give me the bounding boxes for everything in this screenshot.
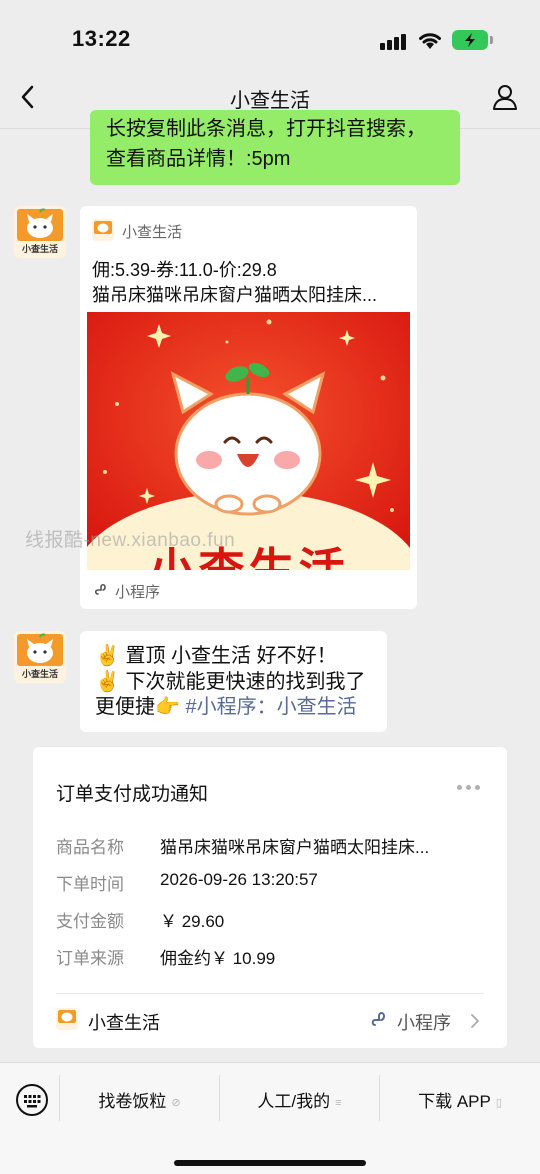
mini-program-hashtag-link[interactable]: #小程序：小查生活 [185,696,356,718]
mini-program-logo [92,219,114,241]
chevron-right-icon[interactable] [469,1013,481,1029]
avatar-caption: 小查生活 [21,669,58,679]
menu-item-manual-mine[interactable]: 人工/我的 ≡ [220,1087,379,1112]
message-line-3: 更便捷👉 #小程序：小查生活 [95,694,357,721]
order-brand-logo [56,1008,78,1030]
page-icon: ▯ [495,1097,502,1110]
menu-item-label: 下载 APP [418,1092,491,1111]
mini-program-product-line: 猫吊床猫咪吊床窗户猫晒太阳挂床... [92,285,378,305]
profile-icon[interactable] [490,82,520,112]
signal-icon [380,32,408,50]
avatar-caption: 小查生活 [21,244,58,254]
order-card-title: 订单支付成功通知 [56,784,209,805]
chat-title: 小查生活 [230,90,310,112]
menu-item-download-app[interactable]: 下载 APP ▯ [380,1087,540,1112]
received-message-bubble[interactable]: ✌️ 置顶 小查生活 好不好！ ✌️ 下次就能更快速的找到我了 更便捷👉 #小程… [80,631,387,732]
battery-icon [452,30,488,50]
submenu-icon: ≡ [335,1096,342,1109]
row-value-source: 佣金约￥ 10.99 [160,949,276,968]
mini-program-icon [94,583,106,595]
watermark: 线报酷-new.xianbao.fun [25,530,236,551]
order-notification-card[interactable]: 订单支付成功通知 商品名称 猫吊床猫咪吊床窗户猫晒太阳挂床... 下单时间 20… [33,747,507,1048]
home-indicator[interactable] [174,1160,366,1166]
mini-program-footer-label: 小程序 [115,584,161,601]
row-label-source: 订单来源 [56,949,124,968]
menu-item-find-coupon[interactable]: 找卷饭粒 ⊘ [60,1087,219,1112]
more-icon[interactable] [457,785,481,791]
order-card-divider [56,993,484,994]
order-mini-program-link[interactable]: 小程序 [397,1009,451,1035]
mini-program-icon [371,1012,386,1026]
battery-tip [490,36,493,44]
row-label-product: 商品名称 [56,838,124,857]
row-label-amount: 支付金额 [56,912,124,931]
wifi-icon [419,33,441,49]
keyboard-icon[interactable] [16,1084,48,1116]
menu-item-label: 找卷饭粒 [98,1092,167,1111]
order-brand-name: 小查生活 [88,1013,160,1033]
sent-message-text: 长按复制此条消息，打开抖音搜索， 查看商品详情！:5pm [106,118,426,170]
menu-item-label: 人工/我的 [257,1092,331,1111]
row-value-product: 猫吊床猫咪吊床窗户猫晒太阳挂床... [160,838,430,857]
message-line-2: ✌️ 下次就能更快速的找到我了 [95,671,366,693]
avatar[interactable]: 小查生活 [14,206,66,258]
menu-mini-program-icon: ⊘ [171,1097,181,1110]
status-time: 13:22 [72,26,131,51]
row-value-amount: ￥ 29.60 [160,912,225,931]
mini-program-name: 小查生活 [122,224,183,241]
avatar[interactable]: 小查生活 [14,631,66,683]
mini-program-price-line: 佣:5.39-券:11.0-价:29.8 [92,260,277,280]
row-label-order-time: 下单时间 [56,875,124,894]
bottom-menu-bar: 找卷饭粒 ⊘ 人工/我的 ≡ 下载 APP ▯ [0,1062,540,1174]
row-value-order-time: 2026-09-26 13:20:57 [160,870,318,889]
message-line-3-prefix: 更便捷👉 [95,696,186,718]
sent-message-bubble[interactable]: 长按复制此条消息，打开抖音搜索， 查看商品详情！:5pm [90,110,460,185]
message-line-1: ✌️ 置顶 小查生活 好不好！ [95,645,337,667]
